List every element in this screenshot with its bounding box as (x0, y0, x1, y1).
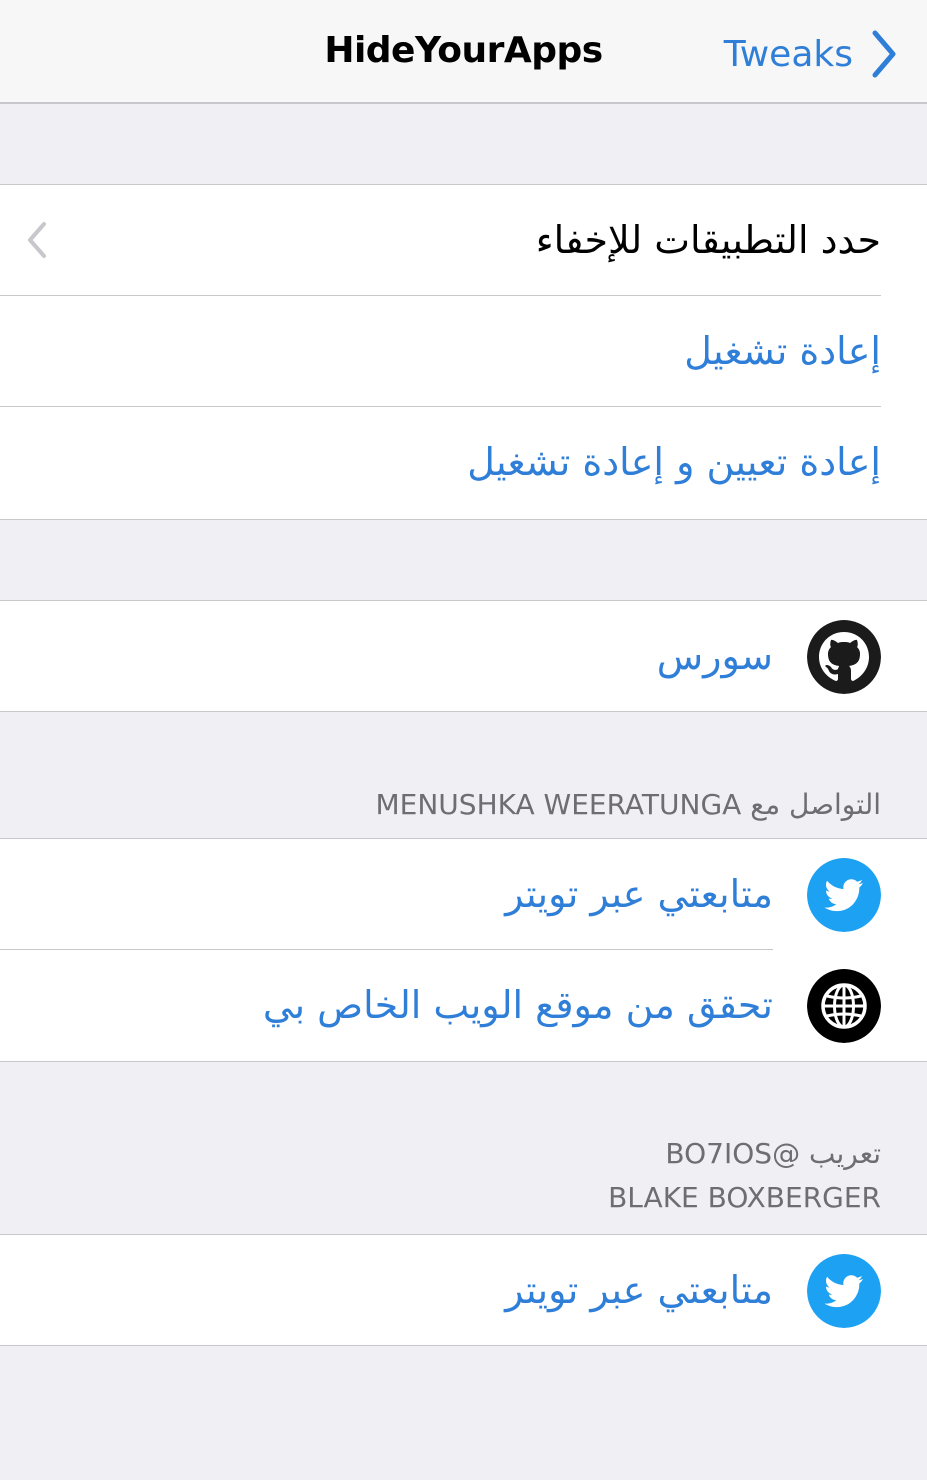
chevron-right-icon (872, 30, 896, 78)
respring-label: إعادة تشغيل (684, 329, 881, 373)
respring-button[interactable]: إعادة تشغيل (0, 296, 927, 407)
translation-credit-header: تعريب @BO7IOS BLAKE BOXBERGER (608, 1132, 881, 1220)
website-label: تحقق من موقع الويب الخاص بي (262, 983, 773, 1027)
contact-section-header: التواصل مع MENUSHKA WEERATUNGA (375, 788, 882, 821)
select-apps-label: حدد التطبيقات للإخفاء (535, 218, 881, 262)
translator-twitter-row[interactable]: متابعتي عبر تويتر (0, 1235, 927, 1346)
twitter-icon (807, 1254, 881, 1328)
translator-section: متابعتي عبر تويتر (0, 1234, 927, 1346)
translator-name-line: BLAKE BOXBERGER (608, 1181, 881, 1214)
contact-section: متابعتي عبر تويتر تحقق من موقع الويب الخ… (0, 838, 927, 1062)
reset-and-respring-label: إعادة تعيين و إعادة تشغيل (467, 440, 881, 484)
source-row[interactable]: سورس (0, 601, 927, 712)
tweaks-back-label: Tweaks (723, 33, 853, 75)
globe-icon (807, 969, 881, 1043)
navigation-bar: HideYourApps Tweaks (0, 0, 927, 104)
source-label: سورس (656, 634, 773, 678)
twitter-icon (807, 858, 881, 932)
chevron-left-icon (28, 222, 46, 258)
translation-credit-line: تعريب @BO7IOS (665, 1137, 881, 1170)
website-row[interactable]: تحقق من موقع الويب الخاص بي (0, 950, 927, 1061)
tweaks-back-button[interactable]: Tweaks (724, 28, 899, 80)
github-icon (807, 620, 881, 694)
twitter-follow-label: متابعتي عبر تويتر (505, 872, 773, 916)
select-apps-row[interactable]: حدد التطبيقات للإخفاء (0, 185, 927, 296)
twitter-follow-row[interactable]: متابعتي عبر تويتر (0, 839, 927, 950)
translator-twitter-label: متابعتي عبر تويتر (505, 1268, 773, 1312)
settings-section-main: حدد التطبيقات للإخفاء إعادة تشغيل إعادة … (0, 184, 927, 520)
reset-and-respring-button[interactable]: إعادة تعيين و إعادة تشغيل (0, 407, 927, 518)
source-section: سورس (0, 600, 927, 712)
